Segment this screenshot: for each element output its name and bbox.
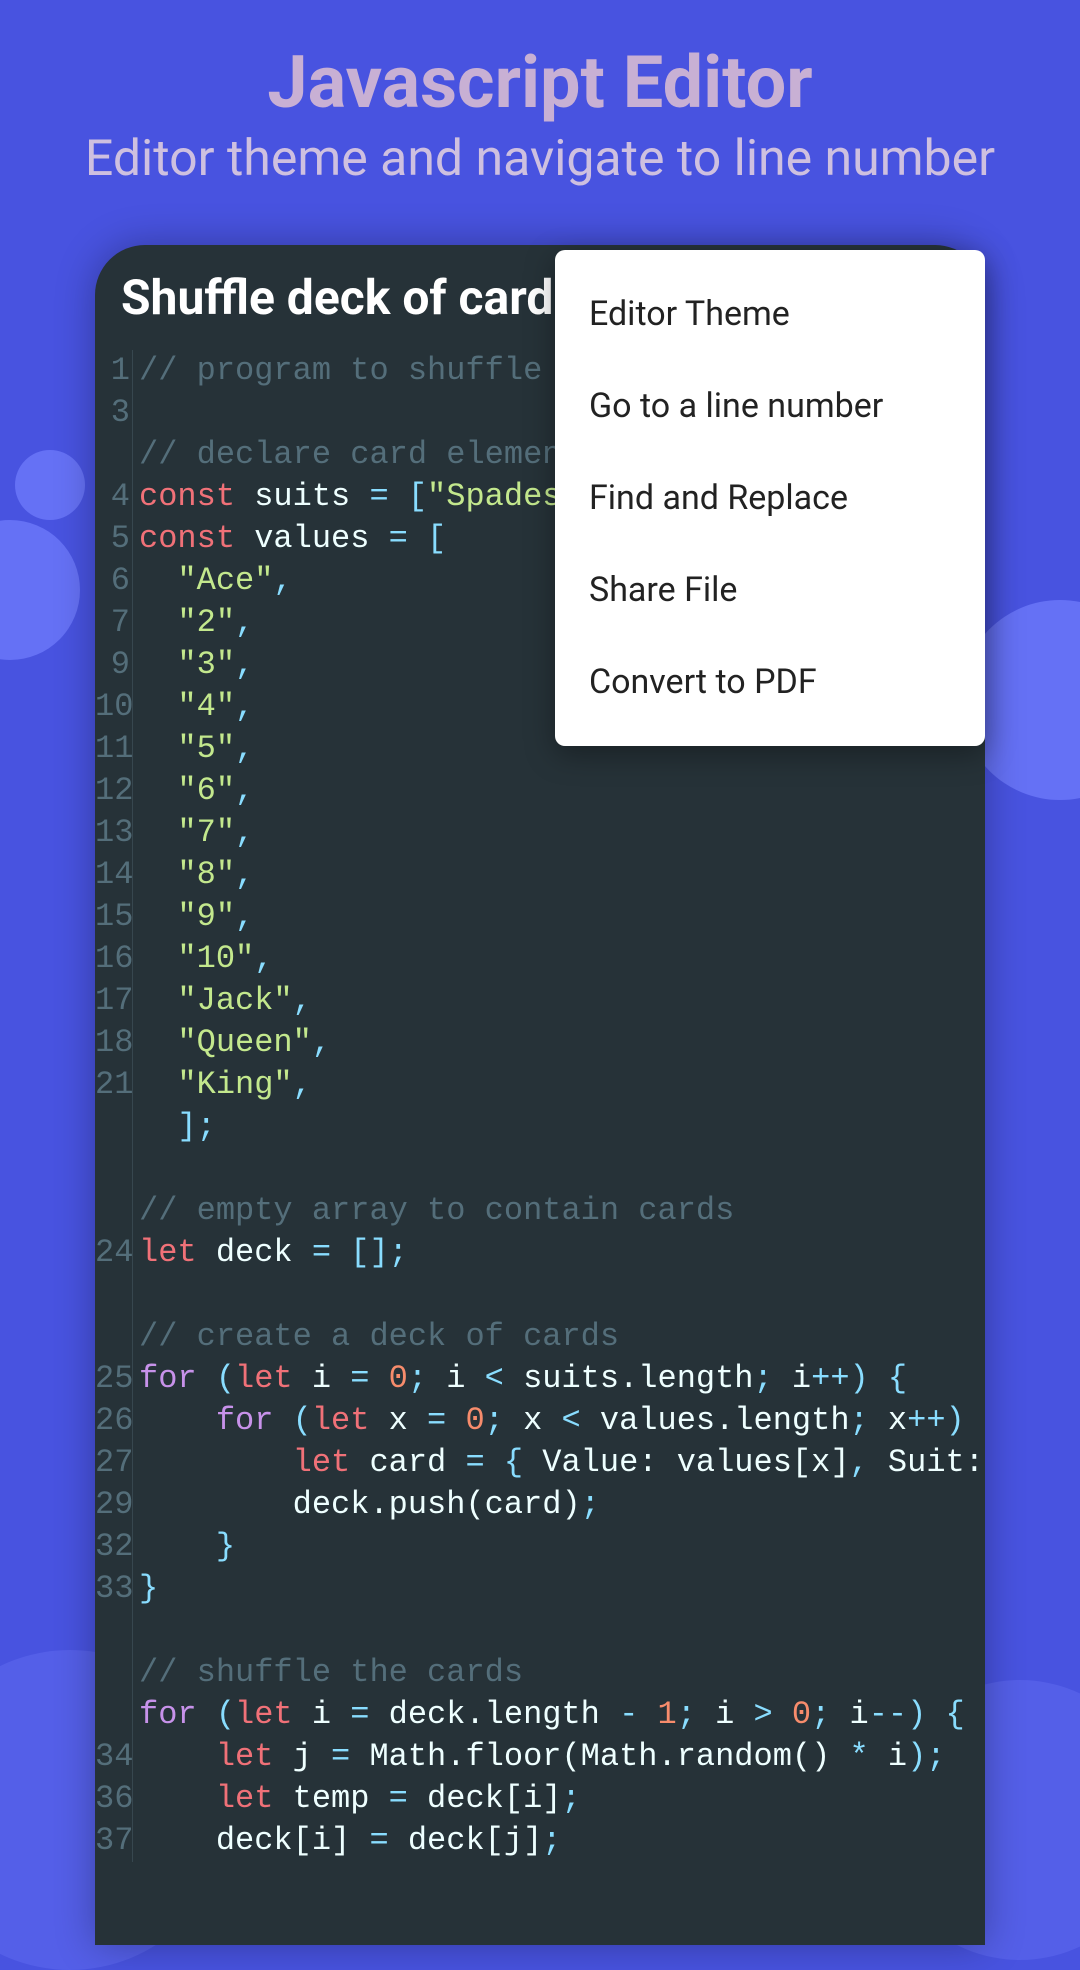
- code-line[interactable]: for (let i = 0; i < suits.length; i++) {: [139, 1358, 985, 1400]
- menu-item-share[interactable]: Share File: [555, 544, 985, 636]
- code-line[interactable]: // create a deck of cards: [139, 1316, 985, 1358]
- code-line[interactable]: deck[i] = deck[j];: [139, 1820, 985, 1862]
- code-line[interactable]: "Jack",: [139, 980, 985, 1022]
- code-line[interactable]: [139, 1274, 985, 1316]
- page-title: Javascript Editor: [0, 40, 1080, 125]
- code-line[interactable]: "10",: [139, 938, 985, 980]
- menu-item-convert-pdf[interactable]: Convert to PDF: [555, 636, 985, 728]
- code-line[interactable]: // shuffle the cards: [139, 1652, 985, 1694]
- menu-item-find-replace[interactable]: Find and Replace: [555, 452, 985, 544]
- context-menu: Editor Theme Go to a line number Find an…: [555, 250, 985, 746]
- code-line[interactable]: "Queen",: [139, 1022, 985, 1064]
- code-line[interactable]: "8",: [139, 854, 985, 896]
- code-line[interactable]: "6",: [139, 770, 985, 812]
- code-line[interactable]: "King",: [139, 1064, 985, 1106]
- menu-item-theme[interactable]: Editor Theme: [555, 268, 985, 360]
- menu-item-goto-line[interactable]: Go to a line number: [555, 360, 985, 452]
- decorative-circle: [0, 520, 80, 660]
- code-line[interactable]: let j = Math.floor(Math.random() * i);: [139, 1736, 985, 1778]
- code-line[interactable]: }: [139, 1568, 985, 1610]
- code-line[interactable]: [139, 1610, 985, 1652]
- decorative-circle: [15, 450, 85, 520]
- code-line[interactable]: "7",: [139, 812, 985, 854]
- code-line[interactable]: }: [139, 1526, 985, 1568]
- page-subtitle: Editor theme and navigate to line number: [0, 130, 1080, 188]
- code-line[interactable]: let card = { Value: values[x], Suit: sui…: [139, 1442, 985, 1484]
- code-line[interactable]: // empty array to contain cards: [139, 1190, 985, 1232]
- code-line[interactable]: [139, 1148, 985, 1190]
- code-line[interactable]: let temp = deck[i];: [139, 1778, 985, 1820]
- code-line[interactable]: for (let i = deck.length - 1; i > 0; i--…: [139, 1694, 985, 1736]
- line-gutter: 1345679101112131415161718212425262729323…: [95, 350, 133, 1862]
- code-line[interactable]: "9",: [139, 896, 985, 938]
- code-line[interactable]: deck.push(card);: [139, 1484, 985, 1526]
- code-line[interactable]: let deck = [];: [139, 1232, 985, 1274]
- code-line[interactable]: ];: [139, 1106, 985, 1148]
- code-line[interactable]: for (let x = 0; x < values.length; x++) …: [139, 1400, 985, 1442]
